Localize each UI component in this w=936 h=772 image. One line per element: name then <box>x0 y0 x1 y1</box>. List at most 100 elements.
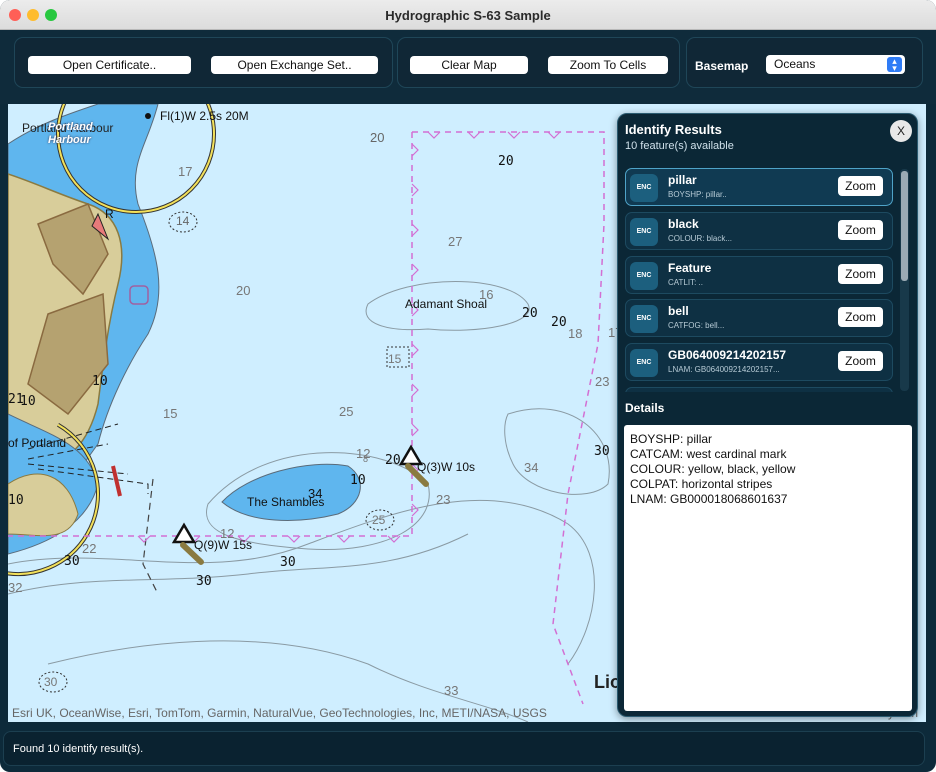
status-bar: Found 10 identify result(s). <box>3 731 925 766</box>
depth-contour <box>8 499 595 665</box>
result-subtitle: BOYSHP: pillar.. <box>668 190 727 199</box>
depth-sounding: 18 <box>568 326 583 341</box>
depth-sounding: 34 <box>308 486 323 501</box>
depth-sounding: 27 <box>448 234 463 249</box>
depth-sounding: 20 <box>498 154 514 169</box>
depth-sounding: 30 <box>44 675 58 689</box>
depth-sounding: 22 <box>82 541 97 556</box>
depth-sounding: 23 <box>436 492 451 507</box>
map-label-harbour-chart: Harbour <box>48 134 91 146</box>
depth-sounding: 10 <box>92 374 108 389</box>
result-item[interactable]: ENC pillar BOYSHP: pillar.. Zoom <box>625 168 893 206</box>
detail-line: BOYSHP: pillar <box>630 432 713 446</box>
map-label-q3: Q(3)W 10s <box>417 460 476 474</box>
result-name: GB064009214202157 <box>668 348 787 362</box>
result-item[interactable] <box>625 387 893 392</box>
cardinal-buoy-icon <box>171 522 197 544</box>
details-label: Details <box>625 401 665 415</box>
depth-sounding: 10 <box>20 394 36 409</box>
result-item[interactable]: ENC Feature CATLIT: .. Zoom <box>625 256 893 294</box>
depth-sounding: 10 <box>350 473 366 488</box>
zoom-button[interactable]: Zoom <box>838 307 883 327</box>
depth-sounding: 30 <box>196 574 212 589</box>
details-text-area[interactable]: BOYSHP: pillar CATCAM: west cardinal mar… <box>624 425 912 711</box>
detail-line: LNAM: GB000018068601637 <box>630 492 788 506</box>
map-label-light1: Fl(1)W 2.5s 20M <box>160 109 249 123</box>
depth-sounding: 10 <box>8 493 24 508</box>
depth-sounding: 20 <box>370 130 385 145</box>
enc-badge-icon: ENC <box>630 218 658 246</box>
zoom-button[interactable]: Zoom <box>838 176 883 196</box>
enc-badge-icon: ENC <box>630 305 658 333</box>
result-name: pillar <box>668 173 697 187</box>
detail-line: COLOUR: yellow, black, yellow <box>630 462 796 476</box>
map-label-r: R <box>105 207 114 221</box>
depth-sounding: 15 <box>388 352 402 366</box>
result-item[interactable]: ENC GB064009214202157 LNAM: GB064009214202… <box>625 343 893 381</box>
map-label-portland-chart: Portland <box>48 121 93 133</box>
zoom-to-cells-button[interactable]: Zoom To Cells <box>548 56 668 74</box>
status-text: Found 10 identify result(s). <box>13 743 144 755</box>
depth-sounding: 12 <box>220 526 235 541</box>
close-panel-button[interactable]: X <box>890 120 912 142</box>
open-certificate-button[interactable]: Open Certificate.. <box>28 56 191 74</box>
depth-sounding: 17 <box>178 164 193 179</box>
depth-sounding: 23 <box>595 374 610 389</box>
result-name: black <box>668 217 699 231</box>
map-attribution: Esri UK, OceanWise, Esri, TomTom, Garmin… <box>12 706 547 720</box>
window-title: Hydrographic S-63 Sample <box>385 8 551 23</box>
zoom-button[interactable]: Zoom <box>838 351 883 371</box>
detail-line: CATCAM: west cardinal mark <box>630 447 787 461</box>
depth-sounding: 34 <box>524 460 539 475</box>
enc-badge-icon: ENC <box>630 262 658 290</box>
identify-results-panel: Identify Results 10 feature(s) available… <box>617 113 918 717</box>
basemap-label: Basemap <box>695 59 749 73</box>
map-label-adamant-shoal: Adamant Shoal <box>405 297 488 311</box>
depth-sounding: 30 <box>64 554 80 569</box>
depth-sounding: 20 <box>385 453 401 468</box>
open-exchange-set-button[interactable]: Open Exchange Set.. <box>211 56 378 74</box>
result-subtitle: COLOUR: black... <box>668 234 733 243</box>
zoom-button[interactable]: Zoom <box>838 264 883 284</box>
enc-badge-icon: ENC <box>630 174 658 202</box>
result-item[interactable]: ENC black COLOUR: black... Zoom <box>625 212 893 250</box>
depth-sounding: 30 <box>280 555 296 570</box>
light-position-icon <box>145 113 151 119</box>
identify-title: Identify Results <box>625 122 722 137</box>
depth-sounding: 20 <box>551 315 567 330</box>
depth-sounding: 33 <box>444 683 459 698</box>
result-subtitle: LNAM: GB064009214202157... <box>668 365 780 374</box>
result-subtitle: CATFOG: bell... <box>668 321 725 330</box>
result-subtitle: CATLIT: .. <box>668 278 703 287</box>
app-window: Hydrographic S-63 Sample Open Certificat… <box>0 0 936 772</box>
leading-light-icon <box>111 465 122 497</box>
results-scrollbar[interactable] <box>900 169 909 391</box>
enc-badge-icon: ENC <box>630 349 658 377</box>
identify-results-list: ENC pillar BOYSHP: pillar.. Zoom ENC black CO… <box>625 168 895 392</box>
result-item[interactable]: ENC bell CATFOG: bell... Zoom <box>625 299 893 337</box>
depth-sounding: 15 <box>163 406 178 421</box>
clear-map-button[interactable]: Clear Map <box>410 56 528 74</box>
result-name: bell <box>668 304 689 318</box>
depth-sounding: 14 <box>176 214 190 228</box>
detail-line: COLPAT: horizontal stripes <box>630 477 773 491</box>
map-group: Clear Map Zoom To Cells <box>397 37 680 88</box>
file-group: Open Certificate.. Open Exchange Set.. <box>14 37 393 88</box>
map-label-of-portland: of Portland <box>8 436 67 450</box>
shambles-shoal <box>221 463 361 521</box>
depth-sounding: 20 <box>236 283 251 298</box>
scrollbar-thumb[interactable] <box>901 171 908 281</box>
depth-sounding: 16 <box>479 287 494 302</box>
basemap-select[interactable]: Oceans ▴ ▾ <box>766 55 905 74</box>
restricted-area-boundary <box>412 131 605 705</box>
depth-sounding: 8 <box>363 454 369 464</box>
depth-sounding: 30 <box>594 444 610 459</box>
basemap-value: Oceans <box>774 57 816 71</box>
zoom-button[interactable]: Zoom <box>838 220 883 240</box>
depth-sounding: 32 <box>8 580 23 595</box>
depth-sounding: 25 <box>339 404 354 419</box>
title-bar: Hydrographic S-63 Sample <box>0 0 936 30</box>
depth-sounding: 25 <box>372 513 386 527</box>
identify-subtitle: 10 feature(s) available <box>625 140 734 152</box>
chevron-updown-icon: ▴ ▾ <box>887 57 902 73</box>
